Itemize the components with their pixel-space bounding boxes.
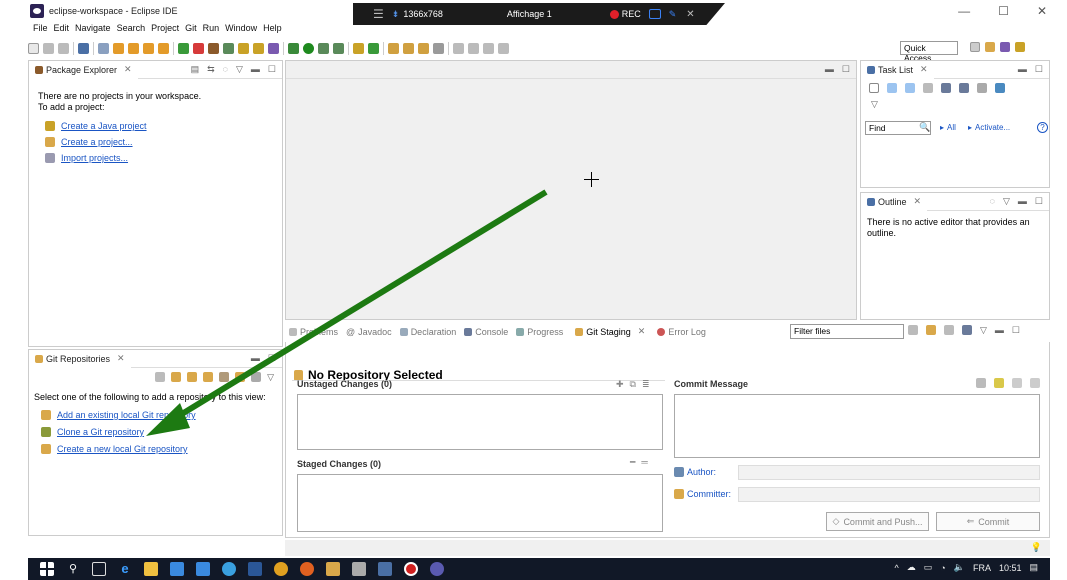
skype-icon[interactable] <box>222 562 236 576</box>
store-icon[interactable] <box>170 562 184 576</box>
notepad-icon[interactable] <box>326 562 340 576</box>
settings-icon[interactable] <box>352 562 366 576</box>
edge-icon[interactable]: e <box>118 562 132 576</box>
arrow-head <box>146 403 190 436</box>
task-view-icon[interactable] <box>92 562 106 576</box>
eclipse-taskbar-icon[interactable] <box>378 562 392 576</box>
recorder-taskbar-icon[interactable] <box>404 562 418 576</box>
chrome-icon[interactable] <box>274 562 288 576</box>
firefox-icon[interactable] <box>300 562 314 576</box>
network-icon[interactable]: ◔ <box>940 563 945 573</box>
windows-start-icon[interactable] <box>40 562 54 576</box>
search-icon[interactable]: ⚲ <box>66 562 80 576</box>
windows-taskbar: ⚲ e ^ ☁ ▭ ◔ 🔈 FRA 10:51 ▤ <box>28 558 1050 580</box>
language-indicator[interactable]: FRA <box>973 563 991 573</box>
arrow-shaft <box>170 189 548 423</box>
cloud-icon[interactable]: ☁ <box>907 562 916 573</box>
clock[interactable]: 10:51 <box>999 563 1022 573</box>
battery-icon[interactable]: ▭ <box>924 562 933 573</box>
notifications-icon[interactable]: ▤ <box>1029 562 1038 573</box>
word-icon[interactable] <box>248 562 262 576</box>
system-tray: ^ ☁ ▭ ◔ 🔈 FRA 10:51 ▤ <box>895 562 1038 573</box>
annotation-arrow <box>146 189 548 436</box>
mail-icon[interactable] <box>196 562 210 576</box>
volume-icon[interactable]: 🔈 <box>954 562 965 573</box>
chevron-up-icon[interactable]: ^ <box>895 563 899 573</box>
file-explorer-icon[interactable] <box>144 562 158 576</box>
app-icon[interactable] <box>430 562 444 576</box>
